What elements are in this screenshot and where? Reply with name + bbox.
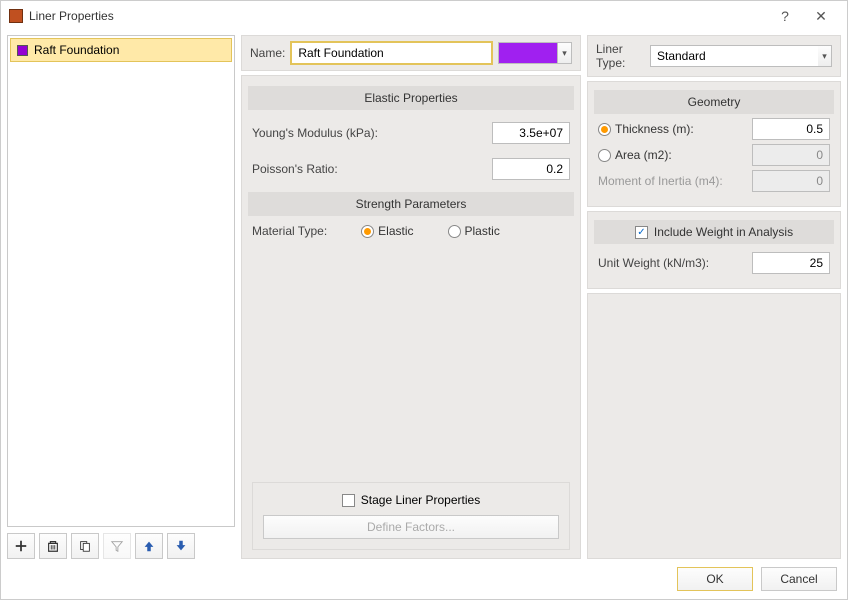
liner-type-value[interactable] — [650, 45, 818, 67]
dialog-body: Raft Foundation Name: ▾ Elastic Properti… — [1, 31, 847, 559]
dialog-footer: OK Cancel — [1, 559, 847, 599]
poisson-label: Poisson's Ratio: — [252, 162, 338, 176]
unit-weight-input[interactable] — [752, 252, 830, 274]
geometry-panel: Geometry Thickness (m): Area (m2): Momen… — [587, 81, 841, 207]
liner-type-panel: Liner Type: ▾ — [587, 35, 841, 77]
include-weight-box: ✓ — [635, 226, 648, 239]
stage-checkbox-box — [342, 494, 355, 507]
move-up-button[interactable] — [135, 533, 163, 559]
color-dropdown[interactable]: ▾ — [558, 42, 572, 64]
area-input — [752, 144, 830, 166]
ok-button[interactable]: OK — [677, 567, 753, 591]
poisson-input[interactable] — [492, 158, 570, 180]
liner-list-column: Raft Foundation — [7, 35, 235, 559]
geometry-header: Geometry — [594, 90, 834, 114]
liner-item-label: Raft Foundation — [34, 43, 119, 57]
thickness-label: Thickness (m): — [615, 122, 694, 136]
material-elastic-radio[interactable]: Elastic — [361, 224, 413, 238]
main-properties-panel: Elastic Properties Young's Modulus (kPa)… — [241, 75, 581, 559]
app-icon — [9, 9, 23, 23]
elastic-header: Elastic Properties — [248, 86, 574, 110]
include-weight-label: Include Weight in Analysis — [654, 225, 793, 239]
include-weight-checkbox[interactable]: ✓ Include Weight in Analysis — [594, 220, 834, 244]
moment-label: Moment of Inertia (m4): — [598, 174, 723, 188]
moment-input — [752, 170, 830, 192]
thickness-input[interactable] — [752, 118, 830, 140]
name-label: Name: — [250, 46, 285, 60]
name-input[interactable] — [291, 42, 492, 64]
window-title: Liner Properties — [29, 9, 767, 23]
youngs-input[interactable] — [492, 122, 570, 144]
material-type-label: Material Type: — [252, 224, 327, 238]
copy-button[interactable] — [71, 533, 99, 559]
liner-type-select[interactable]: ▾ — [650, 45, 832, 67]
material-plastic-radio[interactable]: Plastic — [448, 224, 500, 238]
liner-list-item[interactable]: Raft Foundation — [10, 38, 232, 62]
youngs-label: Young's Modulus (kPa): — [252, 126, 378, 140]
right-column: Liner Type: ▾ Geometry Thickness (m): Ar… — [587, 35, 841, 559]
add-button[interactable] — [7, 533, 35, 559]
area-label: Area (m2): — [615, 148, 672, 162]
strength-header: Strength Parameters — [248, 192, 574, 216]
weight-panel: ✓ Include Weight in Analysis Unit Weight… — [587, 211, 841, 289]
stage-checkbox[interactable]: Stage Liner Properties — [342, 493, 480, 507]
delete-button[interactable] — [39, 533, 67, 559]
close-button[interactable]: ✕ — [803, 8, 839, 25]
liner-list[interactable]: Raft Foundation — [7, 35, 235, 527]
list-toolbar — [7, 527, 235, 559]
titlebar: Liner Properties ? ✕ — [1, 1, 847, 31]
right-filler — [587, 293, 841, 559]
unit-weight-label: Unit Weight (kN/m3): — [598, 256, 709, 270]
cancel-button[interactable]: Cancel — [761, 567, 837, 591]
filter-button[interactable] — [103, 533, 131, 559]
material-plastic-label: Plastic — [465, 224, 500, 238]
liner-type-label: Liner Type: — [596, 42, 644, 70]
liner-color-swatch — [17, 45, 28, 56]
stage-panel: Stage Liner Properties Define Factors... — [252, 482, 570, 550]
area-radio[interactable]: Area (m2): — [598, 148, 672, 162]
chevron-down-icon: ▾ — [818, 45, 832, 67]
stage-checkbox-label: Stage Liner Properties — [361, 493, 480, 507]
define-factors-button[interactable]: Define Factors... — [263, 515, 559, 539]
thickness-radio[interactable]: Thickness (m): — [598, 122, 694, 136]
material-elastic-label: Elastic — [378, 224, 413, 238]
move-down-button[interactable] — [167, 533, 195, 559]
properties-column: Name: ▾ Elastic Properties Young's Modul… — [241, 35, 581, 559]
color-picker[interactable] — [498, 42, 558, 64]
name-panel: Name: ▾ — [241, 35, 581, 71]
help-button[interactable]: ? — [767, 8, 803, 24]
